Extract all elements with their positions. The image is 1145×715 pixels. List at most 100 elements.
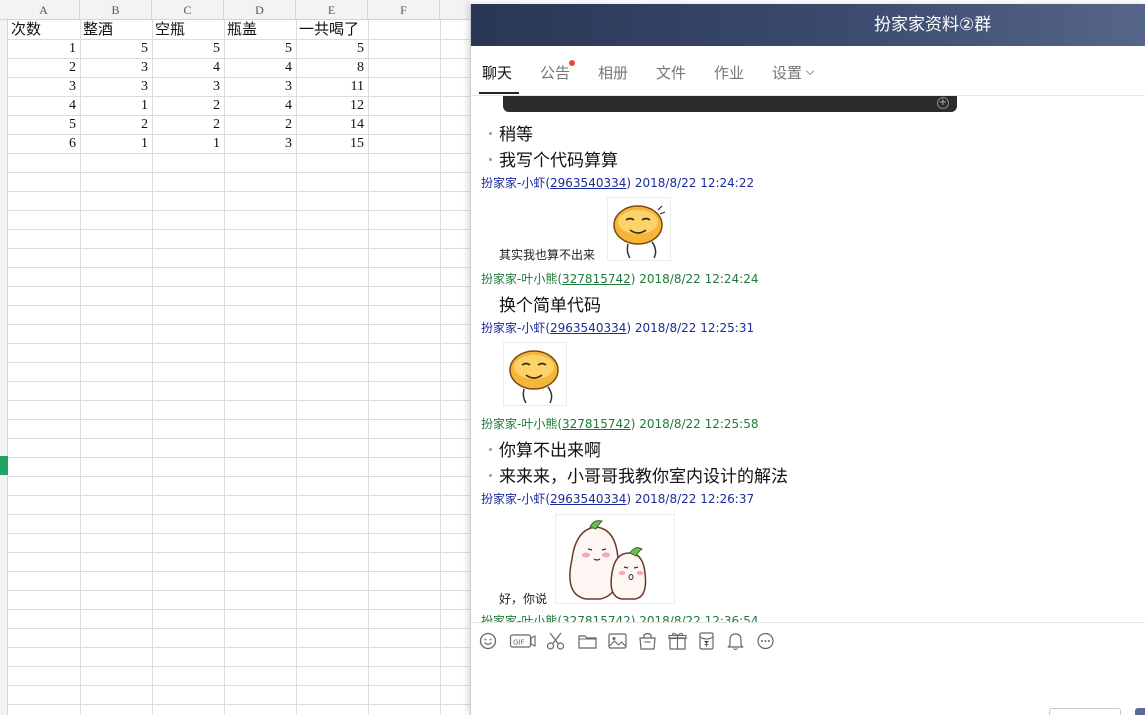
cell-b5[interactable]: 1 [80,96,152,115]
cell-c4[interactable]: 3 [152,77,224,96]
chat-title-bar[interactable]: 扮家家资料②群 [471,4,1145,46]
send-button[interactable] [1135,708,1145,715]
grid-row-line [8,172,470,173]
sender-qq-link[interactable]: 327815742 [562,272,631,286]
message-input[interactable] [471,659,1145,715]
folder-icon[interactable] [576,629,600,653]
cell-d4[interactable]: 3 [224,77,296,96]
message-meta: 扮家家-叶小熊(327815742) 2018/8/22 12:36:54 [481,612,758,622]
cell-c3[interactable]: 4 [152,58,224,77]
code-snippet-bubble[interactable]: + [503,96,957,112]
sender-qq-link[interactable]: 327815742 [562,614,631,622]
cell-e4[interactable]: 11 [296,77,368,96]
group-chat-window[interactable]: 扮家家资料②群 聊天 公告 相册 文件 作业 设置 + 稍等 我写个代码算算 扮… [470,4,1145,715]
message-time: ) 2018/8/22 12:25:58 [630,417,759,431]
tab-settings[interactable]: 设置 [772,46,815,96]
cell-a2[interactable]: 1 [8,39,80,58]
sender-name[interactable]: 扮家家-叶小熊( [481,417,562,431]
grid-row-line [8,495,470,496]
cell-d3[interactable]: 4 [224,58,296,77]
cell-a5[interactable]: 4 [8,96,80,115]
cell-d2[interactable]: 5 [224,39,296,58]
shop-bag-icon[interactable] [636,629,660,653]
message-line: 我写个代码算算 [489,146,618,171]
cell-e5[interactable]: 12 [296,96,368,115]
red-packet-icon[interactable] [695,629,719,653]
cell-b7[interactable]: 1 [80,134,152,153]
column-header-d[interactable]: D [224,0,296,20]
column-header-e[interactable]: E [296,0,368,20]
column-header-row: A B C D E F [0,0,470,20]
cell-c7[interactable]: 1 [152,134,224,153]
chevron-down-icon [805,66,815,76]
tab-homework[interactable]: 作业 [714,46,744,96]
active-row-indicator [0,456,8,475]
cell-b3[interactable]: 3 [80,58,152,77]
sender-name[interactable]: 扮家家-小虾( [481,321,550,335]
cell-b1[interactable]: 整酒 [80,20,152,39]
cell-b4[interactable]: 3 [80,77,152,96]
cell-a4[interactable]: 3 [8,77,80,96]
cell-c2[interactable]: 5 [152,39,224,58]
column-header-b[interactable]: B [80,0,152,20]
sender-qq-link[interactable]: 2963540334 [550,492,626,506]
group-title: 扮家家资料②群 [874,15,992,35]
tab-album[interactable]: 相册 [598,46,628,96]
column-header-f[interactable]: F [368,0,440,20]
laughing-face-sticker[interactable] [503,342,567,406]
row-header-strip[interactable] [0,20,8,715]
cell-d1[interactable]: 瓶盖 [224,20,296,39]
gif-icon[interactable]: GIF [509,629,537,653]
sender-qq-link[interactable]: 2963540334 [550,321,626,335]
cell-a1[interactable]: 次数 [8,20,80,39]
tab-announcement[interactable]: 公告 [540,46,570,96]
grid-row-line [8,438,470,439]
cell-d6[interactable]: 2 [224,115,296,134]
sender-name[interactable]: 扮家家-小虾( [481,492,550,506]
gift-icon[interactable] [666,629,690,653]
emoji-icon[interactable] [477,629,501,653]
message-text: 来来来，小哥哥我教你室内设计的解法 [499,467,788,487]
message-list[interactable]: + 稍等 我写个代码算算 扮家家-小虾(2963540334) 2018/8/2… [471,96,1145,622]
cell-a3[interactable]: 2 [8,58,80,77]
grid-row-line [8,191,470,192]
grid-row-line [8,666,470,667]
bell-icon[interactable] [724,629,748,653]
cell-d5[interactable]: 4 [224,96,296,115]
cell-e7[interactable]: 15 [296,134,368,153]
sender-qq-link[interactable]: 327815742 [562,417,631,431]
cell-a6[interactable]: 5 [8,115,80,134]
image-icon[interactable] [606,629,630,653]
cell-e3[interactable]: 8 [296,58,368,77]
cell-d7[interactable]: 3 [224,134,296,153]
column-header-a[interactable]: A [8,0,80,20]
expand-icon[interactable]: + [937,97,949,109]
cell-e2[interactable]: 5 [296,39,368,58]
cell-b2[interactable]: 5 [80,39,152,58]
grid-row-line [8,571,470,572]
cell-a7[interactable]: 6 [8,134,80,153]
laughing-face-sticker[interactable] [607,197,671,261]
cell-c5[interactable]: 2 [152,96,224,115]
close-button[interactable] [1049,708,1121,715]
scissors-icon[interactable] [544,629,568,653]
sender-name[interactable]: 扮家家-叶小熊( [481,272,562,286]
radish-couple-sticker[interactable] [555,514,675,604]
cell-c1[interactable]: 空瓶 [152,20,224,39]
tab-files[interactable]: 文件 [656,46,686,96]
message-line: 来来来，小哥哥我教你室内设计的解法 [489,462,788,487]
tab-chat[interactable]: 聊天 [482,46,512,96]
sender-name[interactable]: 扮家家-小虾( [481,176,550,190]
spreadsheet[interactable]: A B C D E F 次数 整酒 空瓶 瓶盖 一共喝了 1 5 5 5 5 2… [0,0,470,715]
column-header-c[interactable]: C [152,0,224,20]
cell-e1[interactable]: 一共喝了 [296,20,368,39]
cell-e6[interactable]: 14 [296,115,368,134]
sender-name[interactable]: 扮家家-叶小熊( [481,614,562,622]
message-text: 我写个代码算算 [499,151,618,171]
more-icon[interactable] [754,629,778,653]
cell-c6[interactable]: 2 [152,115,224,134]
grid-row-line [8,400,470,401]
cell-b6[interactable]: 2 [80,115,152,134]
sender-qq-link[interactable]: 2963540334 [550,176,626,190]
grid-row-line [8,647,470,648]
